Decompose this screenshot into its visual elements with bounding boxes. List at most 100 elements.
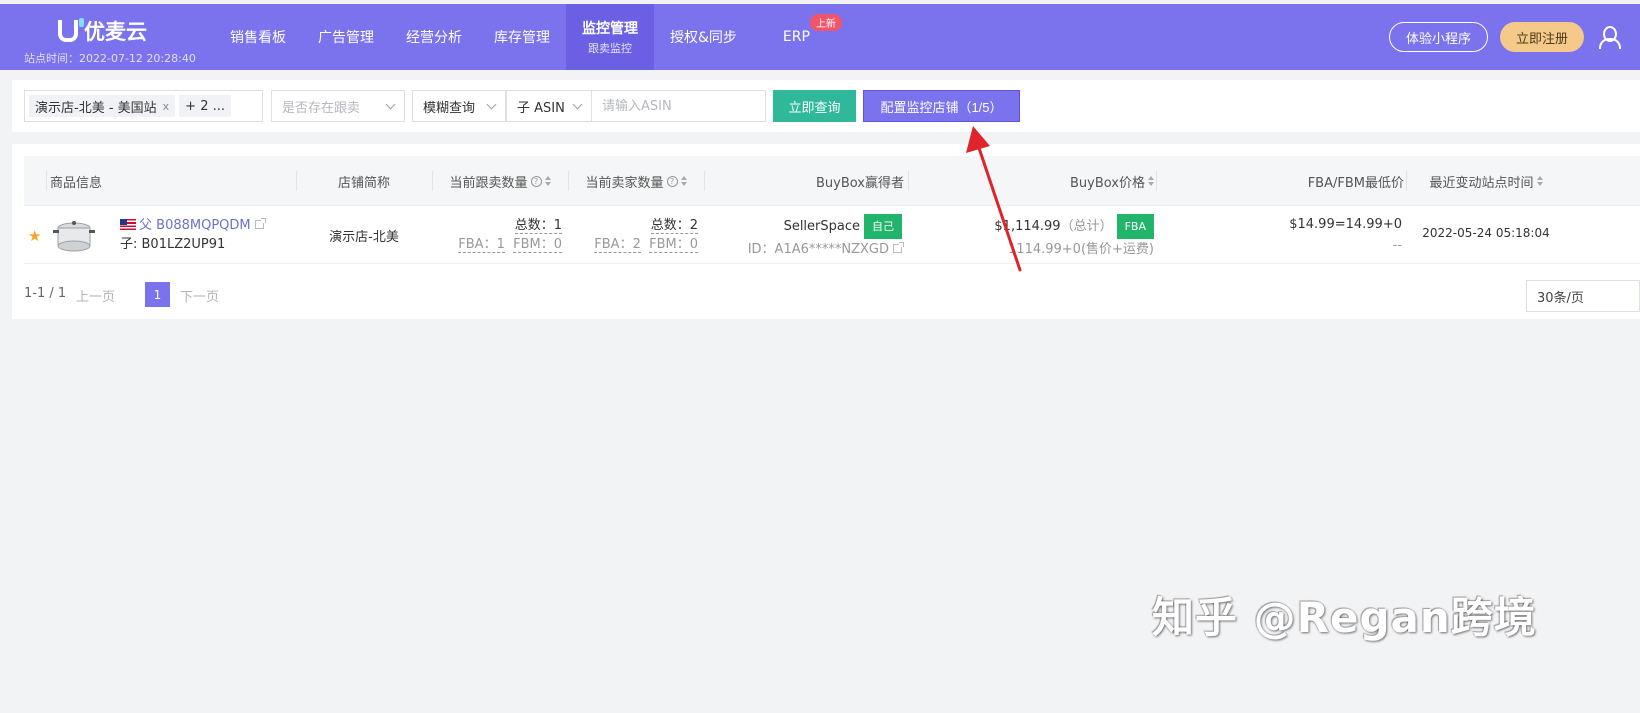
external-link-icon[interactable]	[893, 242, 904, 253]
seller-fbm[interactable]: FBM：0	[649, 237, 698, 253]
nav-label: 授权&同步	[670, 30, 737, 46]
self-badge: 自己	[864, 214, 902, 239]
brand-logo[interactable]: 优麦云	[58, 16, 147, 46]
sort-icon[interactable]	[1536, 176, 1543, 186]
price-total-note: （总计）	[1060, 219, 1113, 234]
nav-sales-board[interactable]: 销售看板	[214, 4, 302, 70]
external-link-icon[interactable]	[254, 218, 266, 229]
th-follow-count[interactable]: 当前跟卖数量 ?	[432, 156, 568, 206]
th-seller-count[interactable]: 当前卖家数量 ?	[568, 156, 704, 206]
follow-fbm[interactable]: FBM：0	[513, 237, 562, 253]
seller-fba[interactable]: FBA：2	[594, 237, 641, 253]
min-price-sub: --	[1392, 238, 1402, 253]
register-button[interactable]: 立即注册	[1499, 22, 1584, 52]
nav-auth-sync[interactable]: 授权&同步	[654, 4, 753, 70]
config-monitor-store-button[interactable]: 配置监控店铺（1/5）	[863, 90, 1020, 122]
th-store: 店铺简称	[296, 156, 432, 206]
sort-icon[interactable]	[680, 176, 687, 186]
th-label: 店铺简称	[337, 175, 390, 191]
th-label: 当前跟卖数量	[449, 175, 528, 191]
nav-ads[interactable]: 广告管理	[302, 4, 390, 70]
buybox-winner-cell: SellerSpace 自己 ID：A1A6*****NZXGD	[704, 214, 904, 260]
query-button[interactable]: 立即查询	[773, 90, 856, 122]
nav-inventory[interactable]: 库存管理	[478, 4, 566, 70]
product-image[interactable]	[52, 216, 96, 256]
table-panel: 商品信息 店铺简称 当前跟卖数量 ? 当前卖家数量 ? BuyBox赢得者 Bu…	[12, 144, 1640, 319]
min-price: $14.99=14.99+0	[1289, 217, 1402, 232]
star-icon[interactable]: ★	[28, 227, 41, 245]
asin-input[interactable]	[591, 90, 766, 122]
th-buybox-winner: BuyBox赢得者	[704, 156, 908, 206]
select-value: 子 ASIN	[517, 100, 565, 116]
parent-asin-line: 父 B088MQPQDM	[120, 216, 266, 235]
filter-panel: 演示店-北美 - 美国站 x + 2 ... 是否存在跟卖 模糊查询 子 ASI…	[12, 80, 1640, 132]
main-nav: 销售看板 广告管理 经营分析 库存管理 监控管理 跟卖监控 授权&同步 ERP …	[214, 4, 846, 70]
chevron-down-icon	[385, 99, 396, 109]
chevron-down-icon	[486, 99, 497, 109]
parent-prefix: 父	[139, 218, 153, 233]
nav-label: 库存管理	[494, 30, 550, 46]
mini-program-button[interactable]: 体验小程序	[1388, 22, 1488, 52]
nav-label: 广告管理	[318, 30, 374, 46]
last-change-time: 2022-05-24 05:18:04	[1422, 226, 1550, 240]
follow-status-select[interactable]: 是否存在跟卖	[271, 90, 405, 122]
th-last-change[interactable]: 最近变动站点时间	[1406, 156, 1566, 206]
us-flag-icon	[120, 219, 136, 230]
th-label: 最近变动站点时间	[1429, 175, 1534, 191]
chevron-down-icon	[572, 99, 583, 109]
seller-total[interactable]: 总数：2	[650, 218, 698, 234]
logo-icon	[58, 18, 84, 42]
top-actions: 体验小程序 立即注册	[1388, 22, 1622, 52]
store-tag: 演示店-北美 - 美国站 x	[29, 95, 176, 117]
help-icon[interactable]: ?	[530, 175, 542, 187]
store-name: 演示店-北美	[329, 230, 399, 245]
nav-sublabel: 跟卖监控	[588, 42, 632, 55]
watermark: 知乎 @Regan跨境	[1152, 593, 1537, 642]
sort-icon[interactable]	[544, 176, 551, 186]
th-label: 商品信息	[50, 175, 103, 191]
parent-asin-link[interactable]: B088MQPQDM	[156, 218, 250, 233]
nav-label: 监控管理	[582, 21, 638, 37]
page-size-select[interactable]: 30条/页	[1526, 280, 1640, 312]
fba-badge: FBA	[1116, 214, 1154, 239]
store-tag-label: 演示店-北美 - 美国站	[35, 100, 157, 116]
th-product: 商品信息	[46, 156, 296, 206]
nav-label: 经营分析	[406, 30, 462, 46]
seller-count-cell: 总数：2 FBA：2 FBM：0	[568, 216, 698, 254]
store-select[interactable]: 演示店-北美 - 美国站 x + 2 ...	[24, 90, 263, 122]
sort-icon[interactable]	[1148, 176, 1154, 186]
user-icon[interactable]	[1596, 24, 1622, 50]
nav-label: ERP	[782, 29, 810, 45]
top-navbar: 优麦云 站点时间：2022-07-12 20:28:40 销售看板 广告管理 经…	[0, 4, 1640, 70]
table-header: 商品信息 店铺简称 当前跟卖数量 ? 当前卖家数量 ? BuyBox赢得者 Bu…	[24, 156, 1640, 206]
select-value: 是否存在跟卖	[282, 100, 361, 116]
nav-analysis[interactable]: 经营分析	[390, 4, 478, 70]
th-label: FBA/FBM最低价	[1307, 175, 1404, 191]
prev-page-button[interactable]: 上一页	[76, 286, 115, 305]
page-range: 1-1 / 1	[24, 286, 67, 301]
winner-name: SellerSpace	[783, 219, 860, 234]
price-detail: 1114.99+0(售价+运费)	[1008, 242, 1154, 257]
th-label: BuyBox赢得者	[815, 175, 904, 191]
site-time: 站点时间：2022-07-12 20:28:40	[24, 52, 196, 65]
nav-label: 销售看板	[230, 30, 286, 46]
th-buybox-price[interactable]: BuyBox价格	[908, 156, 1156, 206]
next-page-button[interactable]: 下一页	[180, 286, 219, 305]
follow-fba[interactable]: FBA：1	[458, 237, 505, 253]
buybox-price-cell: $1,114.99（总计） FBA 1114.99+0(售价+运费)	[908, 214, 1154, 260]
asin-type-select[interactable]: 子 ASIN	[506, 90, 592, 122]
min-price-cell: $14.99=14.99+0 --	[1156, 214, 1402, 256]
nav-erp[interactable]: ERP 上新	[753, 4, 846, 70]
child-asin: 子: B01LZ2UP91	[120, 237, 226, 252]
store-more-tag: + 2 ...	[179, 95, 231, 117]
follow-total[interactable]: 总数：1	[514, 218, 562, 234]
th-label: 当前卖家数量	[585, 175, 664, 191]
close-icon[interactable]: x	[163, 100, 170, 113]
follow-count-cell: 总数：1 FBA：1 FBM：0	[432, 216, 562, 254]
match-mode-select[interactable]: 模糊查询	[412, 90, 506, 122]
page-1-button[interactable]: 1	[145, 282, 170, 307]
help-icon[interactable]: ?	[666, 175, 678, 187]
th-label: BuyBox价格	[1069, 175, 1145, 191]
nav-monitor[interactable]: 监控管理 跟卖监控	[566, 4, 654, 70]
table-row: ★ 父 B088MQPQDM 子: B01LZ2UP91 演示店-北美 总数：1…	[24, 206, 1640, 264]
